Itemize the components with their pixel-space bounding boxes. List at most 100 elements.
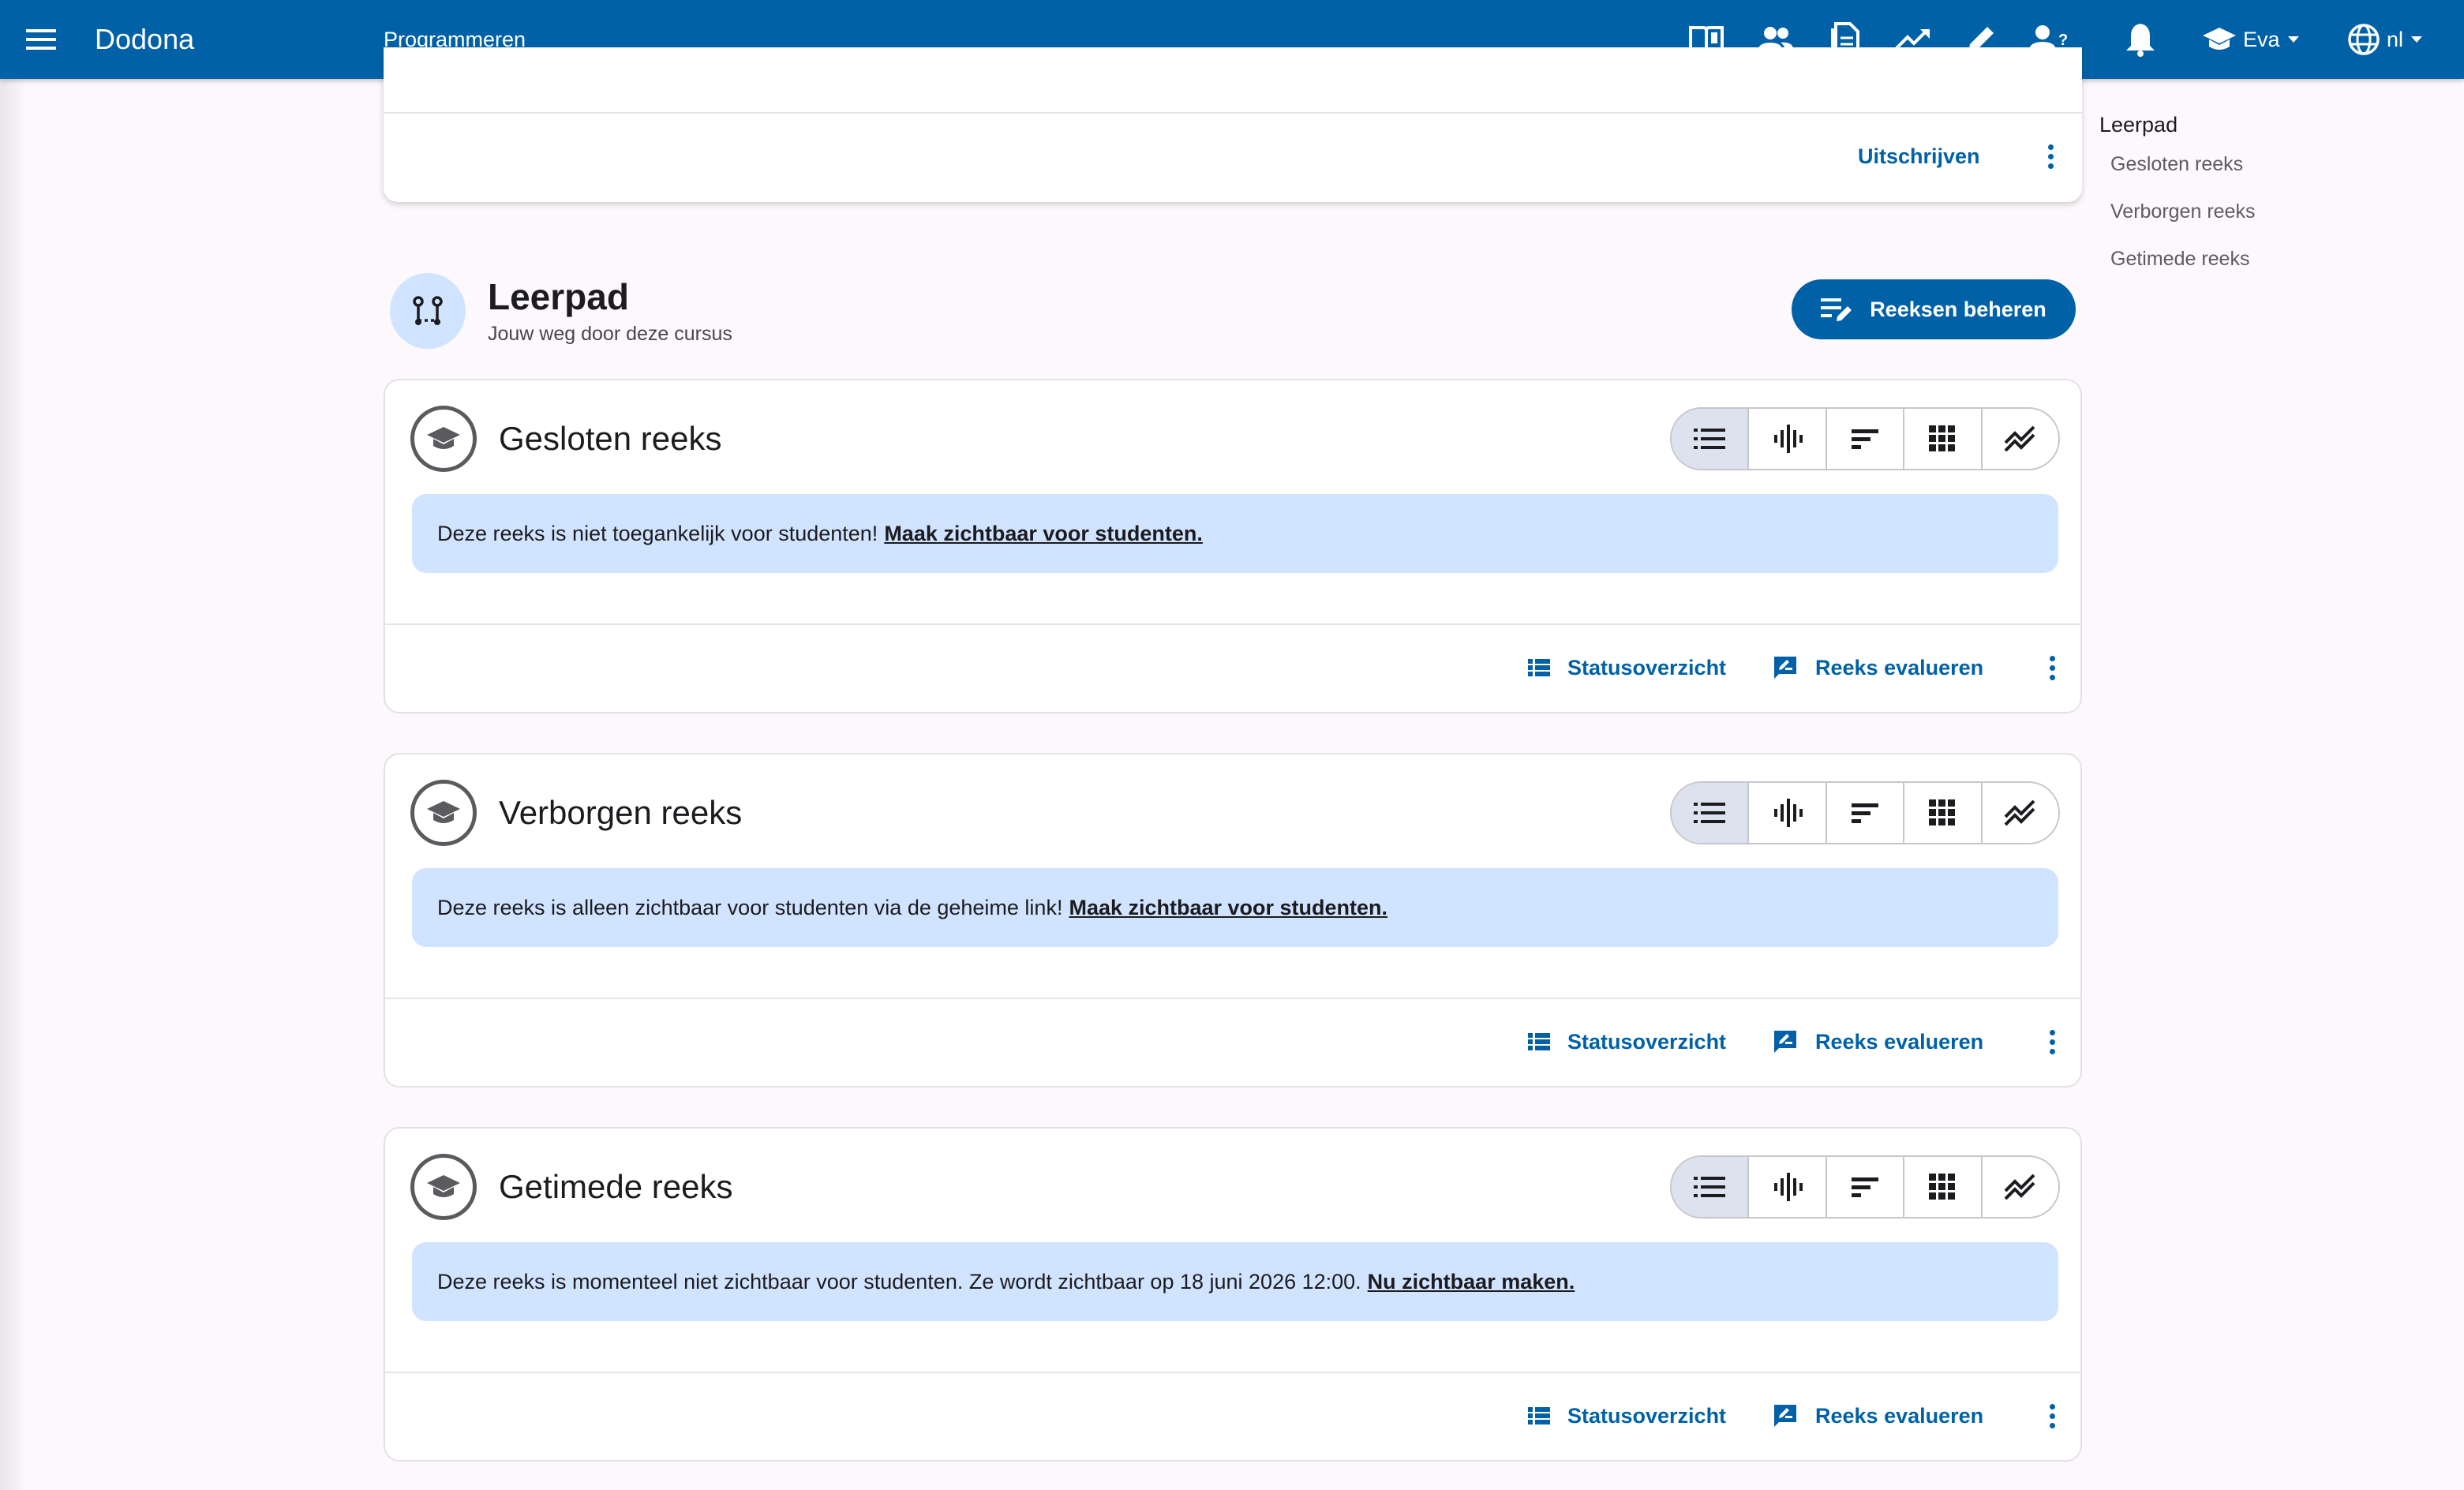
series-title[interactable]: Getimede reeks <box>499 1163 732 1211</box>
card-divider <box>384 112 2082 114</box>
card-divider <box>385 1372 2080 1373</box>
stacked-line-chart-icon <box>2004 425 2035 452</box>
evaluate-series-label: Reeks evalueren <box>1815 656 1984 679</box>
toc-item-getimed[interactable]: Getimede reeks <box>2110 243 2249 275</box>
bell-icon <box>2126 24 2155 57</box>
learning-path-avatar <box>390 273 466 349</box>
left-edge-shade <box>0 79 27 1490</box>
graphic-eq-icon <box>1773 1173 1803 1201</box>
view-list-button[interactable] <box>1672 409 1748 469</box>
stacked-bars-icon <box>1852 1177 1879 1197</box>
series-visibility-alert: Deze reeks is momenteel niet zichtbaar v… <box>412 1242 2058 1321</box>
list-icon <box>1694 803 1726 823</box>
view-progress-button[interactable] <box>1980 1157 2058 1217</box>
graphic-eq-icon <box>1773 425 1803 453</box>
alert-message: Deze reeks is alleen zichtbaar voor stud… <box>437 895 1063 919</box>
route-icon <box>413 296 443 325</box>
menu-icon <box>26 29 56 50</box>
evaluate-series-label: Reeks evalueren <box>1815 1030 1984 1054</box>
grid-icon <box>1929 425 1956 451</box>
card-divider <box>385 623 2080 625</box>
stacked-line-chart-icon <box>2004 799 2035 826</box>
evaluate-series-button[interactable]: Reeks evalueren <box>1773 1026 1983 1058</box>
status-overview-label: Statusoverzicht <box>1567 1030 1727 1054</box>
menu-button[interactable] <box>24 22 58 57</box>
manage-series-label: Reeksen beheren <box>1870 297 2046 321</box>
make-visible-link[interactable]: Maak zichtbaar voor studenten. <box>1069 896 1387 920</box>
notifications-button[interactable] <box>2118 17 2163 62</box>
toc-item-verborgen[interactable]: Verborgen reeks <box>2110 196 2255 227</box>
language-code: nl <box>2387 27 2404 51</box>
list-icon <box>1694 1177 1726 1197</box>
evaluate-series-label: Reeks evalueren <box>1815 1404 1984 1428</box>
series-card-verborgen: Verborgen reeks Deze reeks is alleen zic… <box>384 753 2082 1088</box>
status-overview-button[interactable]: Statusoverzicht <box>1528 1026 1726 1058</box>
edit-list-icon <box>1821 298 1852 321</box>
series-more-button[interactable] <box>2036 1020 2068 1064</box>
list-bulleted-icon <box>1528 1407 1550 1424</box>
view-list-button[interactable] <box>1672 1157 1748 1217</box>
view-progress-button[interactable] <box>1980 409 2058 469</box>
course-more-button[interactable] <box>2035 134 2066 178</box>
status-overview-button[interactable]: Statusoverzicht <box>1528 652 1726 683</box>
grid-icon <box>1929 1174 1956 1200</box>
rate-review-icon <box>1774 657 1796 679</box>
status-overview-label: Statusoverzicht <box>1567 656 1727 679</box>
toc-heading[interactable]: Leerpad <box>2099 107 2178 142</box>
make-visible-link[interactable]: Maak zichtbaar voor studenten. <box>884 522 1203 546</box>
series-visibility-alert: Deze reeks is niet toegankelijk voor stu… <box>412 494 2058 573</box>
alert-message: Deze reeks is niet toegankelijk voor stu… <box>437 521 878 545</box>
graphic-eq-icon <box>1773 799 1803 827</box>
stacked-line-chart-icon <box>2004 1174 2035 1200</box>
view-timeline-button[interactable] <box>1825 783 1903 843</box>
user-menu[interactable]: Eva <box>2202 21 2299 58</box>
grid-icon <box>1929 799 1956 825</box>
graduation-cap-icon <box>427 427 460 449</box>
rate-review-icon <box>1774 1405 1796 1427</box>
manage-series-button[interactable]: Reeksen beheren <box>1792 279 2076 339</box>
series-avatar <box>410 1154 477 1220</box>
view-waveform-button[interactable] <box>1747 783 1825 843</box>
unsubscribe-button[interactable]: Uitschrijven <box>1858 140 1980 172</box>
status-overview-label: Statusoverzicht <box>1567 1404 1727 1428</box>
list-bulleted-icon <box>1528 1033 1550 1050</box>
course-info-card: Uitschrijven <box>384 47 2082 202</box>
stacked-bars-icon <box>1852 429 1879 449</box>
chevron-down-icon <box>2287 36 2299 43</box>
view-waveform-button[interactable] <box>1747 409 1825 469</box>
graduation-cap-icon <box>427 801 460 823</box>
series-view-toggle <box>1670 1155 2060 1219</box>
series-more-button[interactable] <box>2036 646 2068 690</box>
view-grid-button[interactable] <box>1903 783 1980 843</box>
section-title: Leerpad <box>488 276 629 317</box>
chevron-down-icon <box>2411 36 2423 43</box>
rate-review-icon <box>1774 1031 1796 1053</box>
make-visible-now-link[interactable]: Nu zichtbaar maken. <box>1368 1270 1575 1294</box>
alert-message: Deze reeks is momenteel niet zichtbaar v… <box>437 1269 1361 1293</box>
series-title[interactable]: Verborgen reeks <box>499 789 742 837</box>
view-grid-button[interactable] <box>1903 409 1980 469</box>
series-more-button[interactable] <box>2036 1394 2068 1438</box>
series-avatar <box>410 406 477 472</box>
series-visibility-alert: Deze reeks is alleen zichtbaar voor stud… <box>412 868 2058 947</box>
stacked-bars-icon <box>1852 803 1879 823</box>
toc-item-gesloten[interactable]: Gesloten reeks <box>2110 148 2243 180</box>
view-timeline-button[interactable] <box>1825 1157 1903 1217</box>
series-title[interactable]: Gesloten reeks <box>499 415 721 462</box>
view-waveform-button[interactable] <box>1747 1157 1825 1217</box>
svg-text:?: ? <box>2058 32 2068 49</box>
user-name: Eva <box>2243 27 2280 51</box>
view-list-button[interactable] <box>1672 783 1748 843</box>
view-grid-button[interactable] <box>1903 1157 1980 1217</box>
list-icon <box>1694 429 1726 449</box>
status-overview-button[interactable]: Statusoverzicht <box>1528 1400 1726 1432</box>
evaluate-series-button[interactable]: Reeks evalueren <box>1773 1400 1983 1432</box>
brand-title[interactable]: Dodona <box>95 19 194 60</box>
language-menu[interactable]: nl <box>2347 21 2423 58</box>
view-timeline-button[interactable] <box>1825 409 1903 469</box>
series-card-gesloten: Gesloten reeks Deze reeks is niet toegan… <box>384 379 2082 713</box>
evaluate-series-button[interactable]: Reeks evalueren <box>1773 652 1983 683</box>
series-card-getimed: Getimede reeks Deze reeks is momenteel n… <box>384 1127 2082 1462</box>
graduation-cap-icon <box>2203 28 2236 50</box>
view-progress-button[interactable] <box>1980 783 2058 843</box>
